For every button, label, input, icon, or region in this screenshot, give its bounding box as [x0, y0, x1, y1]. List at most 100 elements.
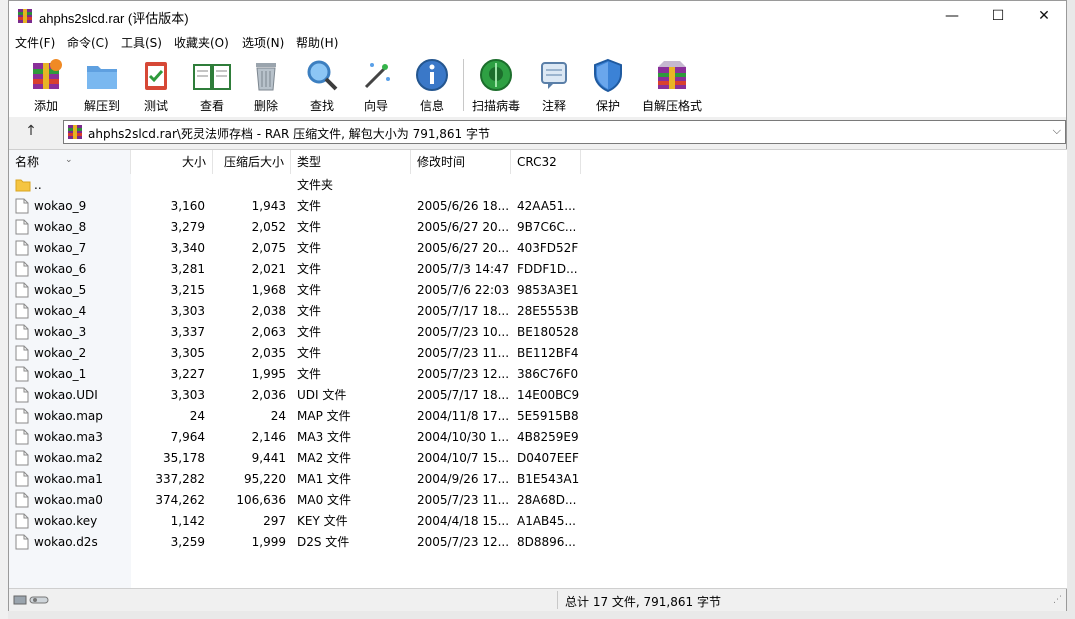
file-row[interactable]: wokao_7 3,340 2,075 文件 2005/6/27 20... 403FD5…: [9, 238, 1067, 259]
up-folder-button[interactable]: ↑: [21, 123, 41, 141]
header-crc[interactable]: CRC32: [511, 150, 581, 174]
menu-favorites[interactable]: 收藏夹(O): [174, 34, 229, 51]
file-modified: 2005/6/27 20...: [417, 220, 510, 234]
file-icon: [15, 429, 31, 446]
delete-button[interactable]: 删除: [239, 57, 293, 115]
sfx-label: 自解压格式: [641, 99, 702, 113]
file-row[interactable]: wokao.d2s 3,259 1,999 D2S 文件 2005/7/23 12...…: [9, 532, 1067, 553]
file-type: 文件: [297, 346, 322, 360]
file-row[interactable]: wokao_1 3,227 1,995 文件 2005/7/23 12... 386C76…: [9, 364, 1067, 385]
file-packed-size: 2,052: [251, 220, 286, 234]
file-type: 文件: [297, 262, 322, 276]
file-type: MA2 文件: [297, 451, 352, 465]
folder-icon: [15, 177, 31, 194]
file-row[interactable]: wokao_3 3,337 2,063 文件 2005/7/23 10... BE1805…: [9, 322, 1067, 343]
file-row[interactable]: wokao_6 3,281 2,021 文件 2005/7/3 14:47 FDDF1D.…: [9, 259, 1067, 280]
menu-tools[interactable]: 工具(S): [121, 34, 162, 51]
protect-button[interactable]: 保护: [581, 57, 635, 115]
view-book-icon: [193, 64, 231, 90]
file-packed-size: [207, 175, 286, 196]
comment-label: 注释: [541, 99, 566, 113]
file-name: wokao.UDI: [34, 388, 98, 402]
minimize-btn[interactable]: —: [929, 1, 975, 31]
file-size: 7,964: [170, 430, 205, 444]
file-size: 3,227: [170, 367, 205, 381]
file-modified: [417, 175, 511, 196]
file-row[interactable]: wokao.map 24 24 MAP 文件 2004/11/8 17... 5E5915…: [9, 406, 1067, 427]
extract-folder-icon: [87, 66, 117, 89]
file-name: wokao_4: [34, 304, 87, 318]
file-packed-size: 1,995: [251, 367, 286, 381]
view-button[interactable]: 查看: [185, 57, 239, 115]
maximize-button[interactable]: ☐: [975, 1, 1021, 31]
drive-key-icon[interactable]: [13, 593, 53, 607]
file-crc: 14E00BC9: [517, 388, 580, 402]
file-row[interactable]: wokao.ma2 35,178 9,441 MA2 文件 2004/10/7 15..…: [9, 448, 1067, 469]
file-icon: [15, 387, 31, 404]
file-row[interactable]: wokao.UDI 3,303 2,036 UDI 文件 2005/7/17 18...…: [9, 385, 1067, 406]
winrar-window: ahphs2slcd.rar (评估版本) — ☐ ✕ 文件(F) 命令(C) …: [8, 0, 1067, 611]
comment-button[interactable]: 注释: [527, 57, 581, 115]
find-button[interactable]: 查找: [295, 57, 349, 115]
menu-bar: 文件(F) 命令(C) 工具(S) 收藏夹(O) 选项(N) 帮助(H): [9, 31, 1066, 53]
path-combobox[interactable]: ahphs2slcd.rar\死灵法师存档 - RAR 压缩文件, 解包大小为 …: [63, 120, 1066, 144]
file-row[interactable]: wokao_2 3,305 2,035 文件 2005/7/23 11... BE112B…: [9, 343, 1067, 364]
sfx-button[interactable]: 自解压格式: [637, 57, 707, 115]
menu-help[interactable]: 帮助(H): [296, 34, 338, 51]
file-crc: 5E5915B8: [517, 409, 579, 423]
header-packed-label: 压缩后大小: [223, 155, 284, 169]
scan-virus-button[interactable]: 扫描病毒: [469, 57, 523, 115]
file-row[interactable]: wokao.ma3 7,964 2,146 MA3 文件 2004/10/30 1...…: [9, 427, 1067, 448]
file-name: wokao_8: [34, 220, 87, 234]
file-size: 3,340: [170, 241, 205, 255]
menu-command[interactable]: 命令(C): [67, 34, 109, 51]
close-button[interactable]: ✕: [1021, 1, 1067, 31]
file-row[interactable]: wokao_4 3,303 2,038 文件 2005/7/17 18... 28E555…: [9, 301, 1067, 322]
menu-options[interactable]: 选项(N): [242, 34, 284, 51]
resize-grip-icon[interactable]: ⋰: [1053, 595, 1062, 605]
header-modified[interactable]: 修改时间: [411, 150, 511, 174]
file-type: 文件: [297, 367, 322, 381]
extract-button[interactable]: 解压到: [75, 57, 129, 115]
file-size: 3,303: [170, 388, 205, 402]
file-icon: [15, 345, 31, 362]
column-header: 名称 ⌄ 大小 压缩后大小 类型 修改时间 CRC32: [9, 150, 1067, 174]
archive-icon: [68, 125, 82, 139]
file-row[interactable]: wokao.ma0 374,262 106,636 MA0 文件 2005/7/23 1…: [9, 490, 1067, 511]
file-type: UDI 文件: [297, 388, 347, 402]
info-icon: [416, 59, 448, 91]
sort-indicator-icon: ⌄: [65, 155, 73, 165]
header-name[interactable]: 名称 ⌄: [9, 150, 131, 174]
file-packed-size: 24: [270, 409, 286, 423]
status-bar: 总计 17 文件, 791,861 字节 ⋰: [9, 589, 1066, 611]
title-bar[interactable]: ahphs2slcd.rar (评估版本): [9, 1, 1066, 31]
file-row[interactable]: wokao.ma1 337,282 95,220 MA1 文件 2004/9/26 17…: [9, 469, 1067, 490]
file-row[interactable]: wokao_5 3,215 1,968 文件 2005/7/6 22:03 9853A3E…: [9, 280, 1067, 301]
info-button[interactable]: 信息: [405, 57, 459, 115]
file-type: 文件: [297, 304, 322, 318]
file-row[interactable]: .. 文件夹: [9, 175, 1067, 196]
file-crc: FDDF1D...: [517, 262, 578, 276]
file-type: 文件: [297, 283, 322, 297]
file-crc: 28A68D...: [517, 493, 577, 507]
add-button[interactable]: 添加: [19, 57, 73, 115]
file-packed-size: 2,021: [251, 262, 286, 276]
header-type[interactable]: 类型: [291, 150, 411, 174]
test-button[interactable]: 测试: [129, 57, 183, 115]
file-list[interactable]: 名称 ⌄ 大小 压缩后大小 类型 修改时间 CRC32 .. 文件夹 wokao_9…: [9, 149, 1067, 589]
add-archive-icon: [33, 59, 62, 89]
file-size: 3,303: [170, 304, 205, 318]
file-row[interactable]: wokao_9 3,160 1,943 文件 2005/6/26 18... 42AA51…: [9, 196, 1067, 217]
wizard-button[interactable]: 向导: [349, 57, 403, 115]
file-row[interactable]: wokao_8 3,279 2,052 文件 2005/6/27 20... 9B7C6C…: [9, 217, 1067, 238]
file-name: ..: [34, 178, 42, 192]
file-modified: 2004/4/18 15...: [417, 514, 510, 528]
file-size: 1,142: [170, 514, 205, 528]
file-row[interactable]: wokao.key 1,142 297 KEY 文件 2004/4/18 15... A1…: [9, 511, 1067, 532]
file-type: 文件: [297, 325, 322, 339]
file-icon: [15, 513, 31, 530]
header-size[interactable]: 大小: [131, 150, 213, 174]
chevron-down-icon[interactable]: ⌵: [1053, 124, 1061, 138]
menu-file[interactable]: 文件(F): [15, 34, 55, 51]
header-packed[interactable]: 压缩后大小: [213, 150, 291, 174]
